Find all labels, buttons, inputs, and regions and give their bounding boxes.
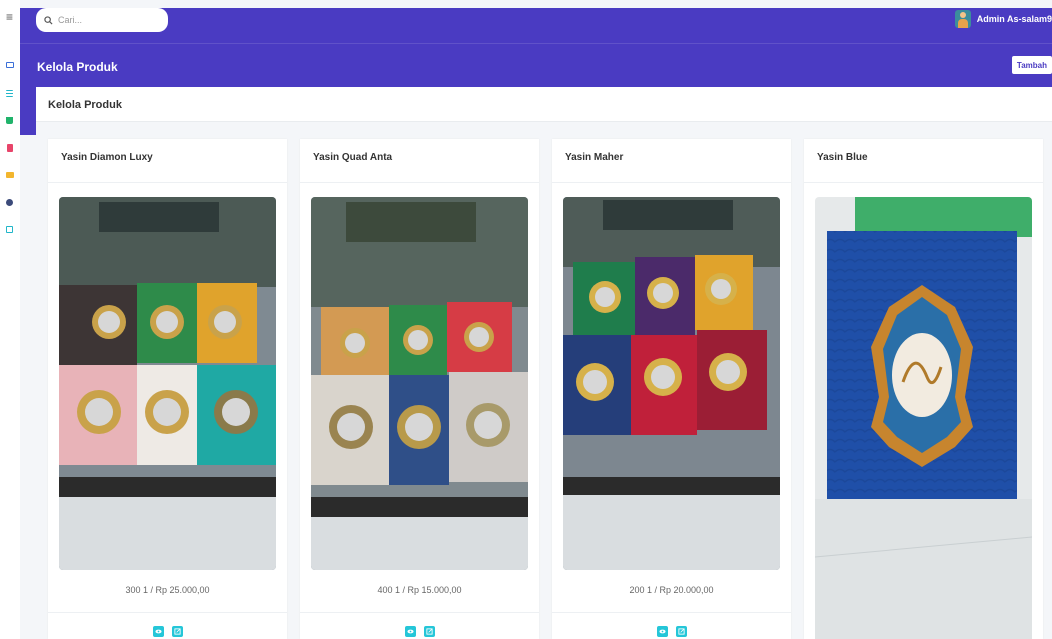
monitor-icon[interactable]: [4, 60, 15, 70]
card-icon[interactable]: [4, 170, 15, 180]
edit-button[interactable]: [675, 626, 687, 637]
card-actions: [300, 626, 539, 637]
search-icon: [44, 15, 53, 25]
view-button[interactable]: [656, 626, 668, 637]
section-header: Kelola Produk: [36, 87, 1052, 122]
product-image: [563, 197, 780, 570]
product-info: 200 1 / Rp 20.000,00: [629, 585, 714, 595]
user-menu[interactable]: Admin As-salam9: [954, 8, 1052, 30]
product-image: [59, 197, 276, 570]
card-actions: [552, 626, 791, 637]
card-divider: [300, 182, 539, 183]
view-button[interactable]: [152, 626, 164, 637]
product-card: Yasin Diamon Luxy 300 1 / Rp 25.000,00: [48, 139, 287, 639]
eye-icon: [406, 629, 414, 634]
search-box[interactable]: [36, 8, 168, 32]
card-divider: [48, 182, 287, 183]
product-image: [311, 197, 528, 570]
edit-icon: [677, 628, 685, 635]
section-title: Kelola Produk: [48, 99, 122, 111]
product-name: Yasin Quad Anta: [313, 152, 393, 163]
header-divider: [20, 43, 1052, 44]
edit-icon: [173, 628, 181, 635]
edit-button[interactable]: [423, 626, 435, 637]
product-name: Yasin Blue: [817, 152, 868, 163]
product-image: [815, 197, 1032, 639]
user-name: Admin As-salam9: [976, 14, 1052, 24]
edit-icon: [425, 628, 433, 635]
card-divider: [48, 612, 287, 613]
view-button[interactable]: [404, 626, 416, 637]
hamburger-menu-icon[interactable]: ≡: [4, 10, 15, 24]
product-info: 400 1 / Rp 15.000,00: [377, 585, 462, 595]
card-divider: [552, 612, 791, 613]
product-card: Yasin Maher 200 1 / Rp 20.000,00: [552, 139, 791, 639]
search-input[interactable]: [58, 15, 158, 25]
users-icon[interactable]: [4, 197, 15, 207]
sidebar: ≡: [0, 0, 20, 639]
product-info: 300 1 / Rp 25.000,00: [125, 585, 210, 595]
product-name: Yasin Maher: [565, 152, 624, 163]
eye-icon: [154, 629, 162, 634]
avatar: [954, 10, 971, 28]
edit-button[interactable]: [171, 626, 183, 637]
card-divider: [300, 612, 539, 613]
page-title: Kelola Produk: [37, 60, 118, 74]
product-card: Yasin Blue: [804, 139, 1043, 639]
file-icon[interactable]: [4, 143, 15, 153]
list-icon[interactable]: [4, 88, 15, 98]
card-actions: [48, 626, 287, 637]
product-name: Yasin Diamon Luxy: [61, 152, 153, 163]
product-card: Yasin Quad Anta 400 1 / Rp 15.000,00: [300, 139, 539, 639]
cart-icon[interactable]: [4, 115, 15, 125]
card-divider: [804, 182, 1043, 183]
add-button[interactable]: Tambah: [1011, 56, 1052, 74]
edit-icon[interactable]: [4, 224, 15, 234]
eye-icon: [658, 629, 666, 634]
card-divider: [552, 182, 791, 183]
